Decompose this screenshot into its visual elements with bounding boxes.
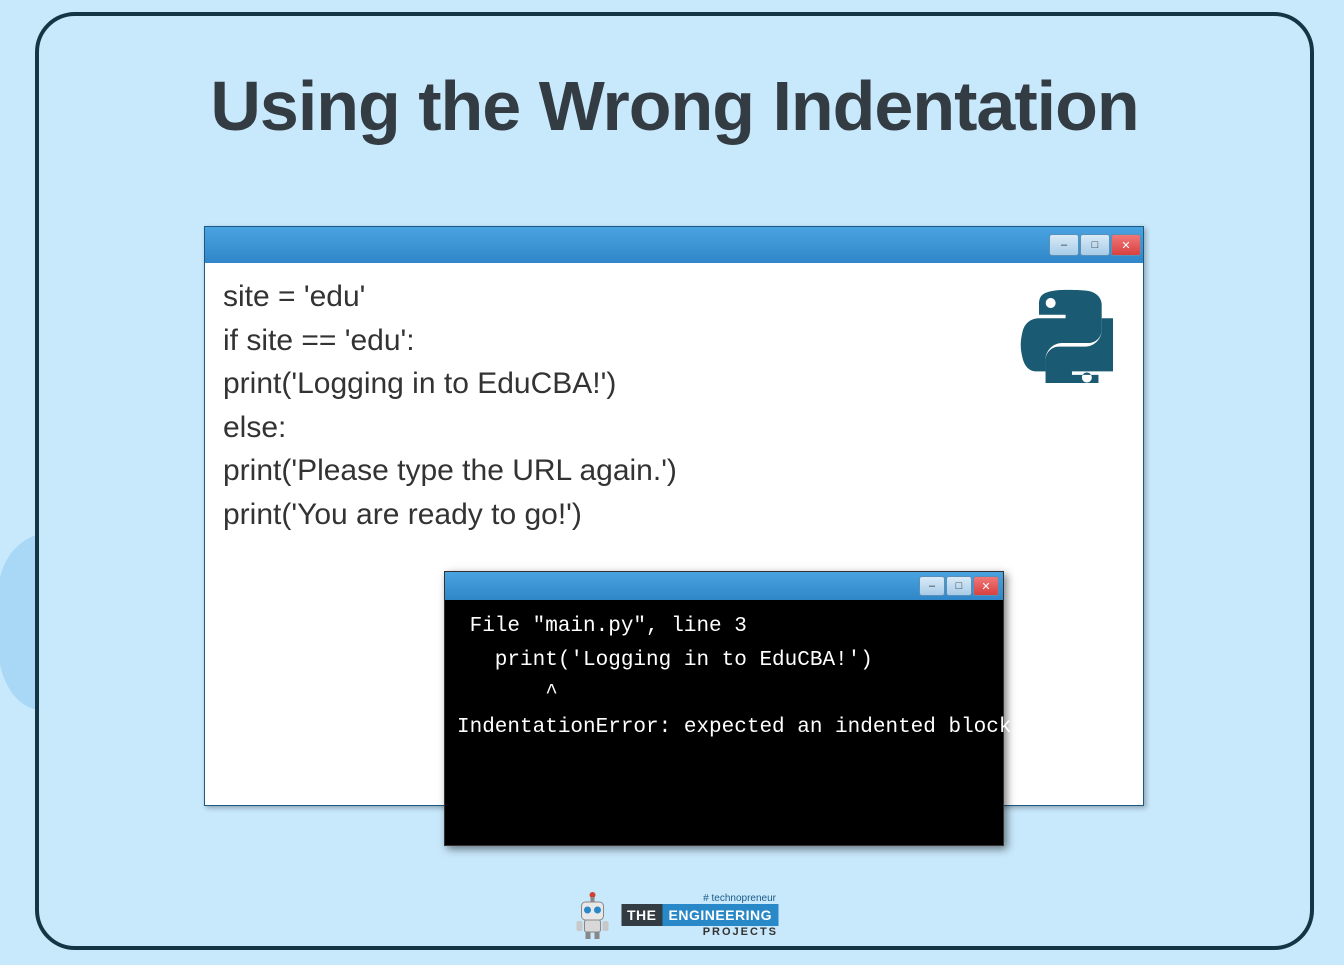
- code-line: print('Logging in to EduCBA!'): [223, 362, 1125, 406]
- window-titlebar: – □ ✕: [205, 227, 1143, 263]
- projects-label: PROJECTS: [621, 926, 778, 938]
- code-line: print('You are ready to go!'): [223, 493, 1125, 537]
- logo-text-block: # technopreneur THE ENGINEERING PROJECTS: [621, 893, 778, 938]
- hashtag-text: # technopreneur: [621, 893, 776, 904]
- main-content-frame: Using the Wrong Indentation – □ ✕ site =…: [35, 12, 1314, 950]
- code-line: print('Please type the URL again.'): [223, 449, 1125, 493]
- the-label: THE: [621, 904, 663, 926]
- console-close-button[interactable]: ✕: [973, 576, 999, 596]
- maximize-button[interactable]: □: [1080, 234, 1110, 256]
- console-maximize-button[interactable]: □: [946, 576, 972, 596]
- console-titlebar: – □ ✕: [445, 572, 1003, 600]
- engineering-label: ENGINEERING: [662, 904, 778, 926]
- code-line: else:: [223, 406, 1125, 450]
- page-title: Using the Wrong Indentation: [39, 66, 1310, 146]
- code-line: site = 'edu': [223, 275, 1125, 319]
- console-window-controls: – □ ✕: [919, 576, 999, 596]
- window-controls: – □ ✕: [1049, 234, 1141, 256]
- console-minimize-button[interactable]: –: [919, 576, 945, 596]
- console-output: File "main.py", line 3 print('Logging in…: [445, 600, 1003, 754]
- python-logo-icon: [1018, 288, 1113, 383]
- console-window: – □ ✕ File "main.py", line 3 print('Logg…: [444, 571, 1004, 846]
- logo-main: THE ENGINEERING: [621, 904, 778, 926]
- minimize-button[interactable]: –: [1049, 234, 1079, 256]
- code-line: if site == 'edu':: [223, 319, 1125, 363]
- close-button[interactable]: ✕: [1111, 234, 1141, 256]
- robot-icon: [571, 891, 613, 939]
- code-content: site = 'edu' if site == 'edu': print('Lo…: [205, 263, 1143, 548]
- footer-logo: # technopreneur THE ENGINEERING PROJECTS: [571, 891, 778, 939]
